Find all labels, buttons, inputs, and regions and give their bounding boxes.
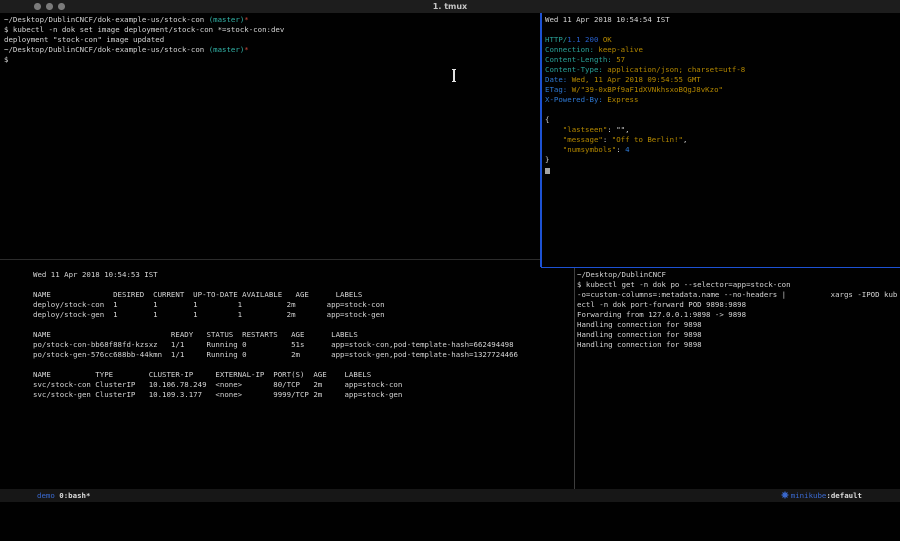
- json-key: "lastseen": [545, 125, 607, 134]
- shell-output-line: ~/Desktop/DublinCNCF: [577, 270, 898, 280]
- git-dirty-marker: *: [244, 15, 248, 24]
- header-name: X-Powered-By:: [545, 95, 603, 104]
- deployments-row: deploy/stock-con 1 1 1 1 2m app=stock-co…: [33, 300, 568, 310]
- shell-output-line: Handling connection for 9898: [577, 340, 898, 350]
- shell-command-wrap: -o=custom-columns=:metadata.name --no-he…: [577, 290, 898, 300]
- http-status-line: HTTP/1.1 200 OK: [545, 35, 897, 45]
- header-value: keep-alive: [594, 45, 643, 54]
- tmux-session-name: demo: [37, 491, 55, 500]
- header-value: 57: [612, 55, 625, 64]
- deployments-row: deploy/stock-gen 1 1 1 1 2m app=stock-ge…: [33, 310, 568, 320]
- pane-divider-active-vertical[interactable]: [540, 13, 542, 267]
- prompt-symbol: $: [4, 55, 534, 65]
- status-bar: demo 0:bash* minikube:default: [0, 489, 900, 502]
- status-left: demo 0:bash*: [37, 489, 90, 502]
- http-header-line: Content-Length: 57: [545, 55, 897, 65]
- json-brace-close: }: [545, 155, 897, 165]
- watch-timestamp: Wed 11 Apr 2018 10:54:54 IST: [545, 15, 897, 25]
- prompt-path: ~/Desktop/DublinCNCF/dok-example-us/stoc…: [4, 45, 209, 54]
- header-value: Wed, 11 Apr 2018 09:54:55 GMT: [567, 75, 701, 84]
- pods-row: po/stock-con-bb68f88fd-kzsxz 1/1 Running…: [33, 340, 568, 350]
- mouse-cursor-ibeam: [451, 69, 457, 82]
- json-brace-open: {: [545, 115, 897, 125]
- header-name: ETag:: [545, 85, 567, 94]
- terminal-cursor: [545, 168, 550, 175]
- pane-divider-active-horizontal[interactable]: [541, 267, 900, 269]
- prompt-line: ~/Desktop/DublinCNCF/dok-example-us/stoc…: [4, 45, 534, 55]
- http-header-line: Date: Wed, 11 Apr 2018 09:54:55 GMT: [545, 75, 897, 85]
- close-button[interactable]: [34, 3, 41, 10]
- terminal-window: 1. tmux ~/Desktop/DublinCNCF/dok-example…: [0, 0, 900, 541]
- http-header-line: ETag: W/"39-0xBPf9aF1dXVNkhsxoBQgJ8vKzo": [545, 85, 897, 95]
- http-proto: HTTP/: [545, 35, 567, 44]
- json-value: 4: [625, 145, 629, 154]
- services-row: svc/stock-gen ClusterIP 10.109.3.177 <no…: [33, 390, 568, 400]
- header-name: Date:: [545, 75, 567, 84]
- header-name: Content-Length:: [545, 55, 612, 64]
- http-header-line: Content-Type: application/json; charset=…: [545, 65, 897, 75]
- shell-output-line: Handling connection for 9898: [577, 320, 898, 330]
- window-titlebar: 1. tmux: [0, 0, 900, 13]
- shell-command: $ kubectl -n dok set image deployment/st…: [4, 25, 534, 35]
- shell-command: $ kubectl get -n dok po --selector=app=s…: [577, 280, 898, 290]
- shell-output-line: Handling connection for 9898: [577, 330, 898, 340]
- prompt-line: ~/Desktop/DublinCNCF/dok-example-us/stoc…: [4, 15, 534, 25]
- header-name: Connection:: [545, 45, 594, 54]
- http-version-status: 1.1 200: [567, 35, 598, 44]
- json-key: "numsymbols": [545, 145, 616, 154]
- json-field: "message": "Off to Berlin!",: [545, 135, 897, 145]
- git-branch: (master): [209, 15, 245, 24]
- pane-bottom-right[interactable]: ~/Desktop/DublinCNCF $ kubectl get -n do…: [577, 270, 898, 350]
- shell-command-wrap: ectl -n dok port-forward POD 9898:9898: [577, 300, 898, 310]
- services-row: svc/stock-con ClusterIP 10.106.78.249 <n…: [33, 380, 568, 390]
- header-name: Content-Type:: [545, 65, 603, 74]
- zoom-button[interactable]: [58, 3, 65, 10]
- pods-table-header: NAME READY STATUS RESTARTS AGE LABELS: [33, 330, 568, 340]
- http-header-line: X-Powered-By: Express: [545, 95, 897, 105]
- command-output: deployment "stock-con" image updated: [4, 35, 534, 45]
- status-right: minikube:default: [781, 489, 862, 503]
- kube-namespace: :default: [826, 491, 862, 500]
- header-value: application/json; charset=utf-8: [603, 65, 745, 74]
- pane-top-right[interactable]: Wed 11 Apr 2018 10:54:54 IST HTTP/1.1 20…: [545, 15, 897, 175]
- header-value: W/"39-0xBPf9aF1dXVNkhsxoBQgJ8vKzo": [567, 85, 723, 94]
- git-dirty-marker: *: [244, 45, 248, 54]
- cursor-line: [545, 165, 897, 175]
- kubectl-timestamp: Wed 11 Apr 2018 10:54:53 IST: [33, 270, 568, 280]
- json-key: "message": [545, 135, 603, 144]
- pane-divider-horizontal[interactable]: [0, 259, 540, 260]
- pane-divider-vertical[interactable]: [574, 268, 575, 489]
- deployments-table-header: NAME DESIRED CURRENT UP-TO-DATE AVAILABL…: [33, 290, 568, 300]
- json-value: "Off to Berlin!": [612, 135, 683, 144]
- pane-top-left[interactable]: ~/Desktop/DublinCNCF/dok-example-us/stoc…: [4, 15, 534, 65]
- pane-bottom-left[interactable]: Wed 11 Apr 2018 10:54:53 IST NAME DESIRE…: [33, 270, 568, 400]
- git-branch: (master): [209, 45, 245, 54]
- minimize-button[interactable]: [46, 3, 53, 10]
- header-value: Express: [603, 95, 639, 104]
- tmux-window-label[interactable]: 0:bash*: [59, 491, 90, 500]
- pods-row: po/stock-gen-576cc688bb-44kmn 1/1 Runnin…: [33, 350, 568, 360]
- kubernetes-helm-icon: [781, 490, 789, 503]
- http-header-line: Connection: keep-alive: [545, 45, 897, 55]
- services-table-header: NAME TYPE CLUSTER-IP EXTERNAL-IP PORT(S)…: [33, 370, 568, 380]
- window-title: 1. tmux: [0, 0, 900, 13]
- http-reason: OK: [598, 35, 611, 44]
- json-value: "": [616, 125, 625, 134]
- json-field: "lastseen": "",: [545, 125, 897, 135]
- kube-context: minikube: [791, 491, 827, 500]
- shell-output-line: Forwarding from 127.0.0.1:9898 -> 9898: [577, 310, 898, 320]
- prompt-path: ~/Desktop/DublinCNCF/dok-example-us/stoc…: [4, 15, 209, 24]
- json-field: "numsymbols": 4: [545, 145, 897, 155]
